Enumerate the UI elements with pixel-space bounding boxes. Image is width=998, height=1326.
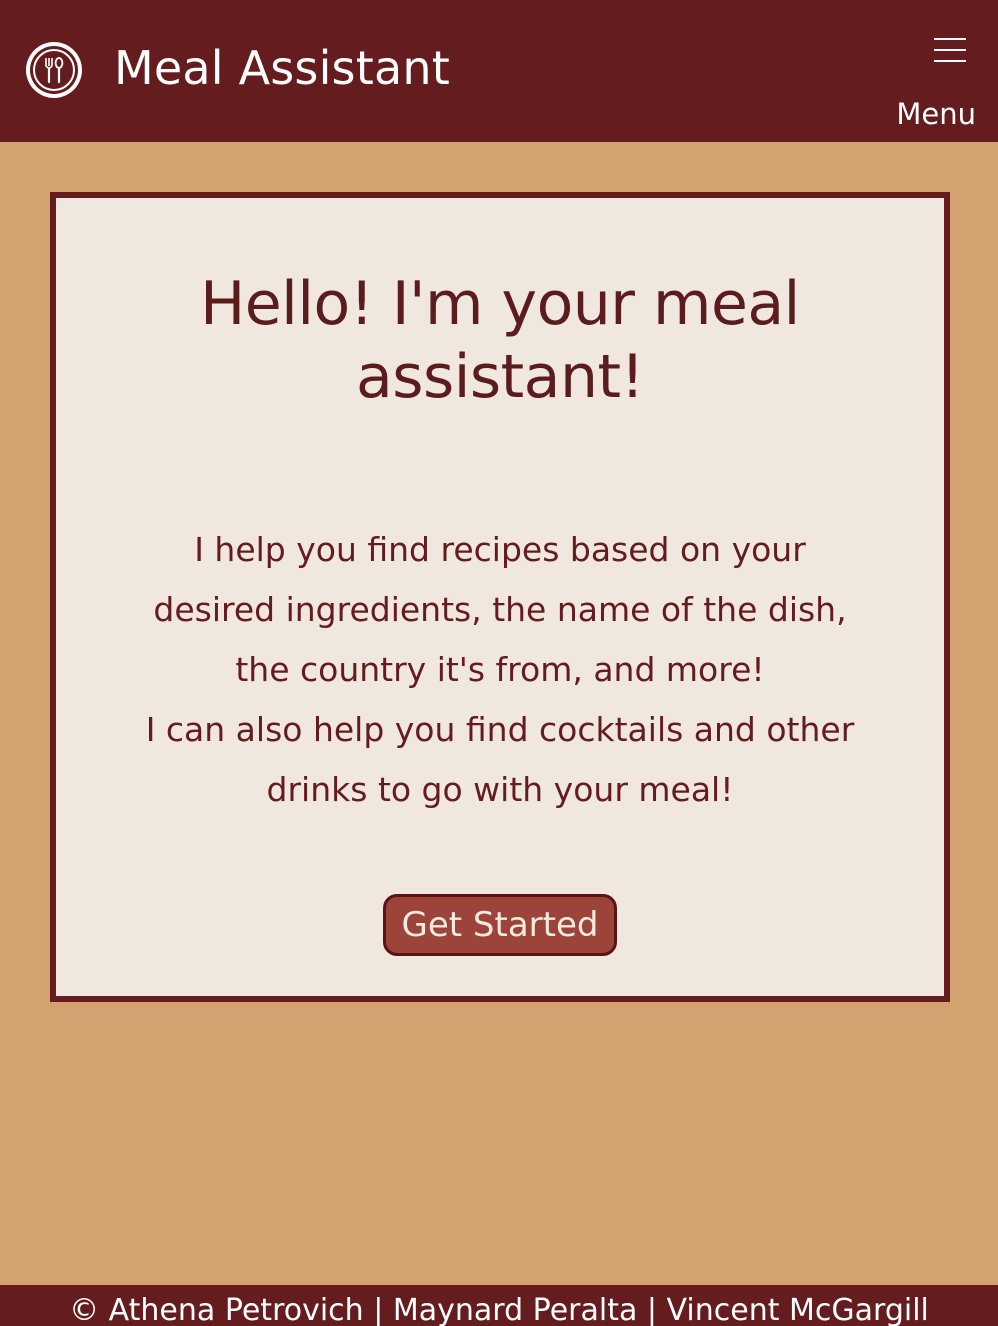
- footer: © Athena Petrovich | Maynard Peralta | V…: [0, 1285, 998, 1326]
- top-nav-bar: Meal Assistant Menu: [0, 0, 998, 142]
- app-title: Meal Assistant: [114, 41, 450, 95]
- description-line: the country it's from, and more!: [235, 650, 765, 689]
- plate-fork-spoon-icon[interactable]: [24, 40, 84, 100]
- description-line: I help you find recipes based on your: [194, 530, 806, 569]
- hamburger-line: [934, 49, 966, 51]
- description-line: desired ingredients, the name of the dis…: [153, 590, 847, 629]
- welcome-card: Hello! I'm your meal assistant! I help y…: [50, 192, 950, 1002]
- menu-button[interactable]: Menu: [896, 30, 976, 134]
- description-line: drinks to go with your meal!: [266, 770, 734, 809]
- get-started-button[interactable]: Get Started: [383, 894, 617, 956]
- description-line: I can also help you find cocktails and o…: [145, 710, 855, 749]
- hamburger-line: [934, 38, 966, 40]
- hamburger-line: [934, 60, 966, 62]
- footer-credits: © Athena Petrovich | Maynard Peralta | V…: [69, 1293, 929, 1326]
- welcome-description: I help you find recipes based on your de…: [96, 520, 904, 820]
- logo-graphic: [26, 42, 82, 98]
- welcome-heading: Hello! I'm your meal assistant!: [200, 269, 800, 412]
- hamburger-menu-icon[interactable]: [934, 34, 966, 62]
- menu-label[interactable]: Menu: [896, 96, 976, 132]
